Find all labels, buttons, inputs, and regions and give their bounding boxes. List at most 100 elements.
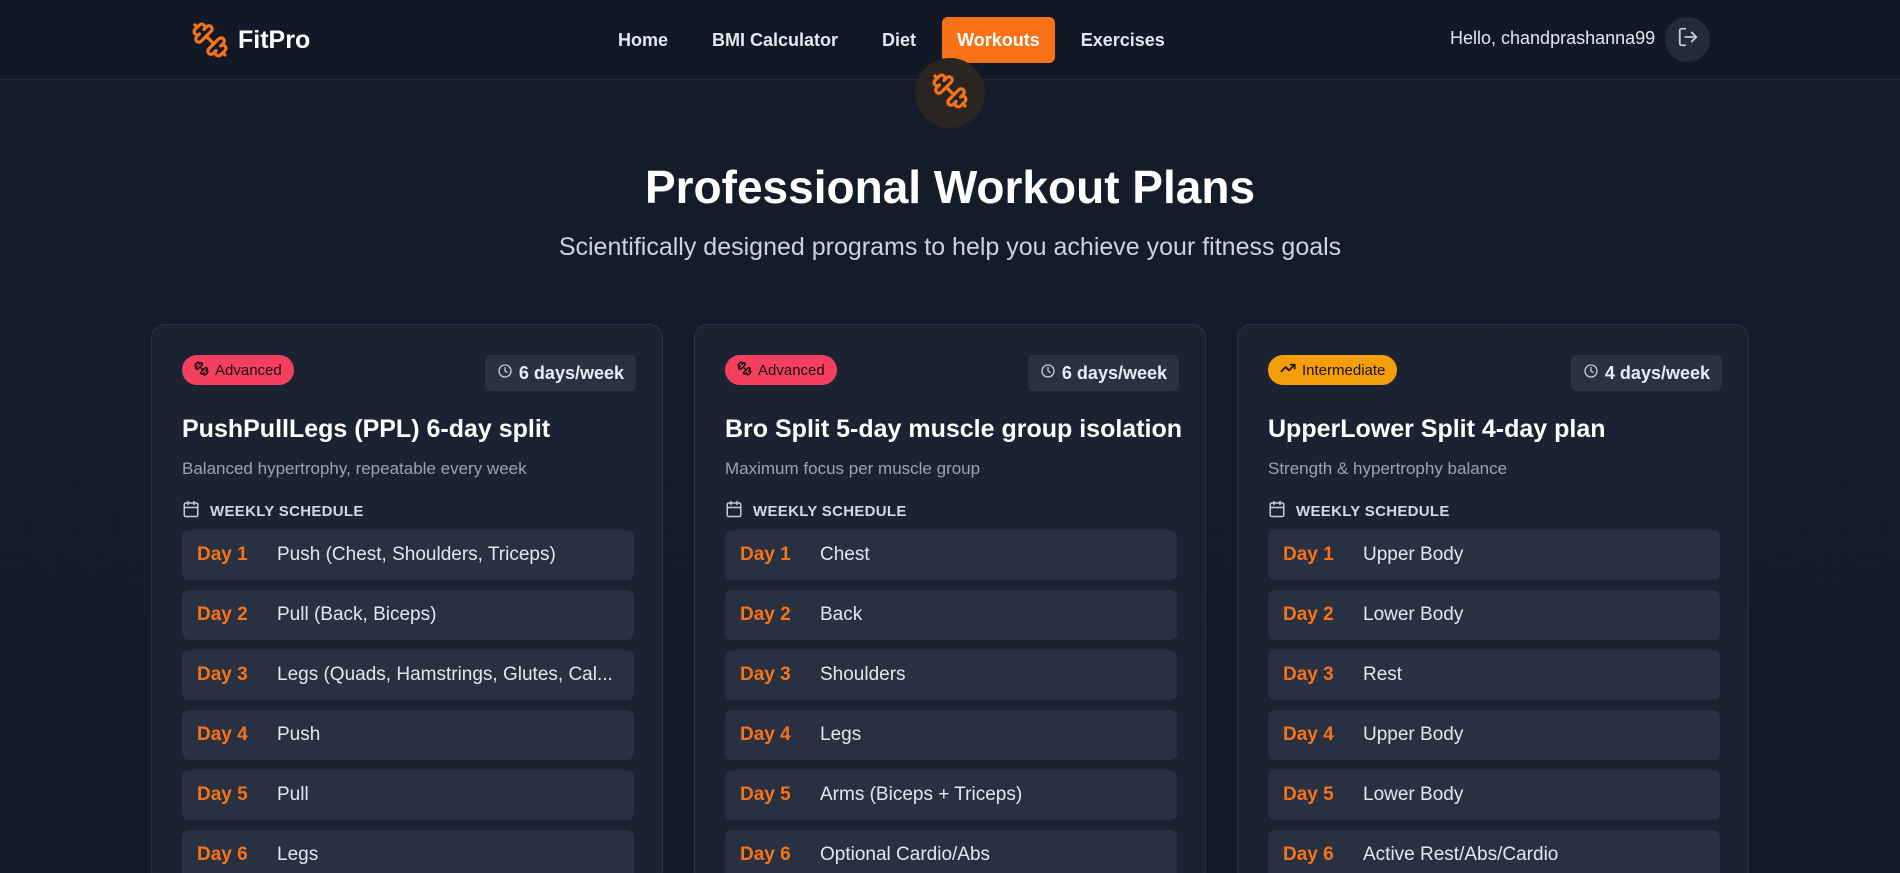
day-number: Day 1: [740, 544, 791, 565]
schedule-heading: WEEKLY SCHEDULE: [1268, 500, 1450, 522]
day-workout: Lower Body: [1363, 784, 1464, 805]
day-number: Day 5: [740, 784, 791, 805]
day-row: Day 4 Legs: [725, 710, 1177, 760]
dumbbell-icon: [190, 20, 230, 60]
day-workout: Pull: [277, 784, 309, 805]
day-row: Day 6 Legs: [182, 830, 634, 873]
frequency-badge: 6 days/week: [484, 355, 636, 391]
plan-title: UpperLower Split 4-day plan: [1268, 415, 1606, 443]
schedule-label: WEEKLY SCHEDULE: [210, 502, 364, 520]
day-row: Day 6 Optional Cardio/Abs: [725, 830, 1177, 873]
main-nav: Home BMI Calculator Diet Workouts Exerci…: [600, 17, 1183, 63]
plan-card-ppl[interactable]: Advanced 6 days/week PushPullLegs (PPL) …: [151, 324, 663, 873]
day-number: Day 2: [197, 604, 248, 625]
day-workout: Legs (Quads, Hamstrings, Glutes, Cal...: [277, 664, 613, 685]
day-number: Day 6: [740, 844, 791, 865]
day-workout: Push (Chest, Shoulders, Triceps): [277, 544, 556, 565]
day-row: Day 1 Push (Chest, Shoulders, Triceps): [182, 530, 634, 580]
day-workout: Pull (Back, Biceps): [277, 604, 437, 625]
dumbbell-icon: [737, 360, 752, 380]
day-workout: Active Rest/Abs/Cardio: [1363, 844, 1559, 865]
calendar-icon: [725, 500, 743, 522]
nav-bmi-calculator[interactable]: BMI Calculator: [694, 17, 856, 63]
day-workout: Lower Body: [1363, 604, 1464, 625]
day-row: Day 2 Back: [725, 590, 1177, 640]
level-badge: Intermediate: [1268, 355, 1398, 385]
brand-logo[interactable]: FitPro: [190, 18, 310, 62]
day-number: Day 3: [197, 664, 248, 685]
day-number: Day 6: [197, 844, 248, 865]
hero-badge: [915, 58, 985, 128]
dumbbell-icon: [194, 360, 209, 380]
schedule-heading: WEEKLY SCHEDULE: [182, 500, 364, 522]
day-row: Day 5 Lower Body: [1268, 770, 1720, 820]
day-number: Day 3: [1283, 664, 1334, 685]
day-list: Day 1 Upper Body Day 2 Lower Body Day 3 Res…: [1268, 530, 1720, 873]
nav-exercises[interactable]: Exercises: [1063, 17, 1183, 63]
plan-description: Strength & hypertrophy balance: [1268, 459, 1508, 478]
day-workout: Back: [820, 604, 863, 625]
day-row: Day 2 Pull (Back, Biceps): [182, 590, 634, 640]
day-row: Day 2 Lower Body: [1268, 590, 1720, 640]
logout-icon: [1677, 26, 1699, 53]
frequency-label: 4 days/week: [1604, 362, 1710, 383]
day-row: Day 1 Chest: [725, 530, 1177, 580]
level-badge: Advanced: [182, 355, 294, 385]
plan-description: Maximum focus per muscle group: [725, 459, 981, 478]
frequency-label: 6 days/week: [1061, 362, 1167, 383]
brand-name: FitPro: [238, 25, 311, 54]
day-number: Day 2: [1283, 604, 1334, 625]
level-label: Intermediate: [1302, 361, 1386, 379]
nav-diet[interactable]: Diet: [864, 17, 934, 63]
day-number: Day 5: [1283, 784, 1334, 805]
day-number: Day 1: [197, 544, 248, 565]
day-number: Day 1: [1283, 544, 1334, 565]
day-workout: Rest: [1363, 664, 1403, 685]
day-workout: Upper Body: [1363, 724, 1464, 745]
trending-up-icon: [1280, 360, 1296, 380]
nav-workouts[interactable]: Workouts: [942, 17, 1055, 63]
day-number: Day 3: [740, 664, 791, 685]
nav-home[interactable]: Home: [600, 17, 686, 63]
day-workout: Legs: [820, 724, 862, 745]
day-workout: Arms (Biceps + Triceps): [820, 784, 1023, 805]
clock-icon: [1583, 363, 1599, 384]
day-row: Day 5 Arms (Biceps + Triceps): [725, 770, 1177, 820]
day-row: Day 6 Active Rest/Abs/Cardio: [1268, 830, 1720, 873]
plan-card-bro-split[interactable]: Advanced 6 days/week Bro Split 5-day mus…: [694, 324, 1206, 873]
day-number: Day 5: [197, 784, 248, 805]
frequency-label: 6 days/week: [518, 362, 624, 383]
day-number: Day 4: [740, 724, 791, 745]
user-greeting: Hello, chandprashanna99: [1450, 28, 1656, 48]
plan-title: Bro Split 5-day muscle group isolation: [725, 415, 1183, 443]
day-list: Day 1 Chest Day 2 Back Day 3 Shoulders Day …: [725, 530, 1177, 873]
day-row: Day 4 Push: [182, 710, 634, 760]
clock-icon: [1040, 363, 1056, 384]
schedule-heading: WEEKLY SCHEDULE: [725, 500, 907, 522]
logout-button[interactable]: [1665, 17, 1710, 62]
day-workout: Chest: [820, 544, 870, 565]
day-row: Day 5 Pull: [182, 770, 634, 820]
day-row: Day 3 Legs (Quads, Hamstrings, Glutes, Ca…: [182, 650, 634, 700]
frequency-badge: 4 days/week: [1570, 355, 1722, 391]
dumbbell-icon: [931, 72, 969, 115]
day-row: Day 4 Upper Body: [1268, 710, 1720, 760]
plan-description: Balanced hypertrophy, repeatable every w…: [182, 459, 527, 478]
day-workout: Optional Cardio/Abs: [820, 844, 991, 865]
day-workout: Push: [277, 724, 321, 745]
page-subtitle: Scientifically designed programs to help…: [558, 233, 1342, 261]
day-workout: Upper Body: [1363, 544, 1464, 565]
level-label: Advanced: [758, 361, 825, 379]
day-list: Day 1 Push (Chest, Shoulders, Triceps) Da…: [182, 530, 634, 873]
calendar-icon: [1268, 500, 1286, 522]
level-label: Advanced: [215, 361, 282, 379]
plan-title: PushPullLegs (PPL) 6-day split: [182, 415, 551, 443]
level-badge: Advanced: [725, 355, 837, 385]
schedule-label: WEEKLY SCHEDULE: [1296, 502, 1450, 520]
day-number: Day 2: [740, 604, 791, 625]
calendar-icon: [182, 500, 200, 522]
day-row: Day 1 Upper Body: [1268, 530, 1720, 580]
day-row: Day 3 Shoulders: [725, 650, 1177, 700]
plan-card-upper-lower[interactable]: Intermediate 4 days/week UpperLower Spli…: [1237, 324, 1749, 873]
day-number: Day 4: [1283, 724, 1334, 745]
